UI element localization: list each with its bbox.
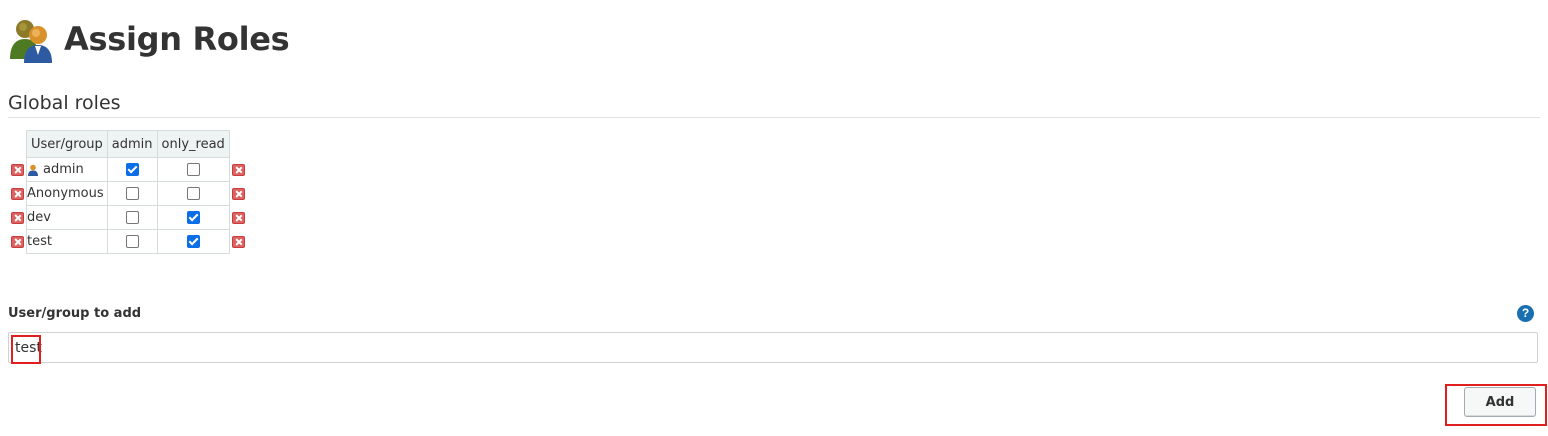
global-roles-table: User/group admin only_read admin Anonymo… — [8, 130, 248, 254]
row-name-cell: test — [26, 229, 108, 254]
table-row: admin — [8, 157, 248, 182]
only-read-checkbox[interactable] — [186, 211, 200, 224]
only-read-checkbox[interactable] — [186, 235, 200, 248]
admin-checkbox[interactable] — [125, 163, 139, 176]
only-read-checkbox[interactable] — [186, 187, 200, 200]
admin-cell — [106, 181, 158, 206]
delete-icon[interactable] — [10, 187, 24, 200]
section-divider — [8, 117, 1540, 118]
table-row: test — [8, 229, 248, 254]
row-name: test — [27, 234, 52, 249]
table-row: dev — [8, 205, 248, 230]
user-group-to-add-label: User/group to add — [8, 306, 142, 321]
column-header-user-group: User/group — [26, 130, 108, 158]
column-header-only-read: only_read — [156, 130, 230, 158]
row-name: admin — [43, 162, 84, 177]
delete-icon[interactable] — [232, 187, 246, 200]
admin-cell — [106, 157, 158, 182]
user-icon — [28, 164, 38, 176]
admin-cell — [106, 229, 158, 254]
section-title: Global roles — [8, 92, 121, 114]
row-name-cell: admin — [26, 157, 108, 182]
table-row: Anonymous — [8, 181, 248, 206]
row-name-cell: Anonymous — [26, 181, 108, 206]
admin-checkbox[interactable] — [125, 187, 139, 200]
global-roles-table-wrapper: User/group admin only_read admin Anonymo… — [8, 130, 248, 254]
delete-icon[interactable] — [232, 235, 246, 248]
input-highlight-annotation — [11, 335, 41, 364]
table-header-row: User/group admin only_read — [8, 130, 248, 158]
only-read-cell — [156, 229, 230, 254]
delete-icon[interactable] — [10, 211, 24, 224]
button-highlight-annotation — [1445, 384, 1547, 426]
only-read-cell — [156, 181, 230, 206]
admin-checkbox[interactable] — [125, 235, 139, 248]
users-icon — [10, 20, 52, 63]
admin-cell — [106, 205, 158, 230]
only-read-cell — [156, 205, 230, 230]
delete-icon[interactable] — [232, 211, 246, 224]
row-name: Anonymous — [27, 186, 104, 201]
row-name-cell: dev — [26, 205, 108, 230]
delete-icon[interactable] — [10, 235, 24, 248]
delete-icon[interactable] — [10, 163, 24, 176]
delete-icon[interactable] — [232, 163, 246, 176]
page-header: Assign Roles — [8, 14, 290, 64]
row-name: dev — [27, 210, 51, 225]
help-icon[interactable]: ? — [1517, 305, 1534, 322]
admin-checkbox[interactable] — [125, 211, 139, 224]
user-group-input[interactable] — [8, 332, 1538, 363]
only-read-checkbox[interactable] — [186, 163, 200, 176]
only-read-cell — [156, 157, 230, 182]
page-title: Assign Roles — [64, 20, 290, 58]
column-header-admin: admin — [106, 130, 158, 158]
